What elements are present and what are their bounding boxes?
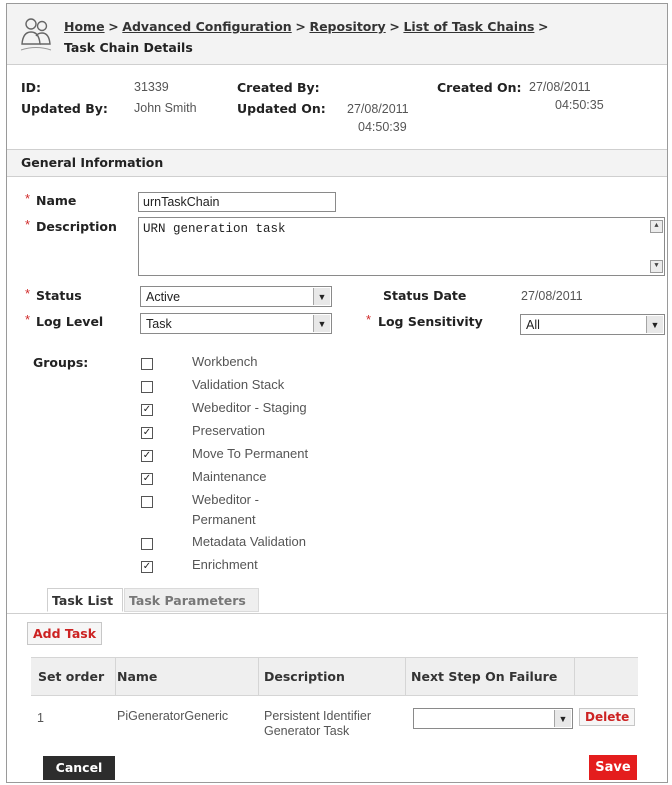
group-label: Preservation [192, 423, 265, 438]
required-marker: * [25, 312, 31, 327]
general-information-heading: General Information [7, 150, 667, 177]
required-marker: * [366, 312, 372, 327]
created-on-label: Created On: [437, 80, 522, 95]
log-level-selected: Task [146, 317, 172, 331]
group-checkbox[interactable] [141, 538, 153, 550]
users-icon [20, 18, 52, 51]
group-label: Maintenance [192, 469, 267, 484]
group-checkbox[interactable] [141, 496, 153, 508]
updated-on-time: 04:50:39 [358, 120, 407, 134]
status-date-value: 27/08/2011 [521, 289, 583, 303]
chevron-down-icon: ▼ [554, 710, 571, 727]
task-table-header: Set order Name Description Next Step On … [31, 657, 638, 696]
column-header-set-order: Set order [38, 669, 105, 684]
group-label: Metadata Validation [192, 534, 306, 549]
groups-label: Groups: [33, 355, 89, 370]
column-divider [258, 658, 259, 695]
description-label: Description [36, 219, 117, 234]
breadcrumb-home[interactable]: Home [64, 19, 105, 34]
row-description-line1: Persistent Identifier [264, 709, 371, 723]
name-label: Name [36, 193, 77, 208]
required-marker: * [25, 217, 31, 232]
breadcrumb-repository[interactable]: Repository [309, 19, 385, 34]
breadcrumb-separator: > [538, 19, 549, 34]
add-task-button[interactable]: Add Task [27, 622, 103, 645]
group-label: Workbench [192, 354, 258, 369]
save-button[interactable]: Save [589, 755, 637, 780]
breadcrumb-separator: > [108, 19, 119, 34]
group-checkbox[interactable]: ✓ [141, 561, 153, 573]
task-chain-details-panel: Home > Advanced Configuration > Reposito… [6, 3, 668, 783]
group-label: Validation Stack [192, 377, 285, 392]
log-level-select[interactable]: Task ▼ [140, 313, 332, 334]
chevron-down-icon: ▼ [646, 316, 663, 333]
column-divider [574, 658, 575, 695]
log-level-label: Log Level [36, 314, 104, 329]
breadcrumb-advanced-configuration[interactable]: Advanced Configuration [122, 19, 291, 34]
group-checkbox[interactable]: ✓ [141, 450, 153, 462]
chevron-down-icon: ▼ [313, 288, 330, 305]
delete-task-button[interactable]: Delete [579, 708, 636, 726]
updated-by-value: John Smith [134, 101, 197, 115]
updated-on-date: 27/08/2011 [347, 102, 409, 116]
next-step-select[interactable]: ▼ [413, 708, 573, 729]
record-metadata: ID: 31339 Created By: Created On: 27/08/… [7, 65, 667, 150]
status-selected: Active [146, 290, 181, 304]
required-marker: * [25, 286, 31, 301]
group-label: Enrichment [192, 557, 258, 572]
status-select[interactable]: Active ▼ [140, 286, 332, 307]
column-divider [405, 658, 406, 695]
group-checkbox[interactable] [141, 381, 153, 393]
created-on-date: 27/08/2011 [529, 80, 591, 94]
required-marker: * [25, 191, 31, 206]
group-label: Permanent [192, 512, 256, 527]
group-checkbox[interactable]: ✓ [141, 404, 153, 416]
row-name: PiGeneratorGeneric [117, 709, 229, 723]
breadcrumb: Home > Advanced Configuration > Reposito… [64, 16, 654, 58]
updated-by-label: Updated By: [21, 101, 108, 116]
updated-on-label: Updated On: [237, 101, 326, 116]
page-title: Task Chain Details [64, 40, 193, 55]
status-date-label: Status Date [383, 288, 467, 303]
log-sensitivity-select[interactable]: All ▼ [520, 314, 665, 335]
breadcrumb-separator: > [389, 19, 400, 34]
log-sensitivity-label: Log Sensitivity [378, 314, 483, 329]
group-label: Webeditor - [192, 492, 259, 507]
page-header: Home > Advanced Configuration > Reposito… [7, 4, 667, 65]
tab-bar: Task List Task Parameters [7, 587, 667, 614]
group-label: Move To Permanent [192, 446, 309, 461]
id-label: ID: [21, 80, 42, 95]
row-description-line2: Generator Task [264, 724, 350, 738]
section-title: General Information [21, 155, 164, 170]
scroll-up-icon[interactable]: ▲ [650, 220, 663, 233]
column-header-name: Name [117, 669, 158, 684]
log-sensitivity-selected: All [526, 318, 540, 332]
column-header-description: Description [264, 669, 345, 684]
cancel-button[interactable]: Cancel [43, 756, 115, 780]
tab-task-parameters[interactable]: Task Parameters [124, 588, 259, 612]
row-set-order: 1 [37, 711, 44, 725]
id-value: 31339 [134, 80, 169, 94]
column-divider [115, 658, 116, 695]
created-on-time: 04:50:35 [555, 98, 604, 112]
created-by-label: Created By: [237, 80, 320, 95]
breadcrumb-separator: > [295, 19, 306, 34]
tab-task-list[interactable]: Task List [47, 588, 123, 612]
status-label: Status [36, 288, 82, 303]
description-text: URN generation task [143, 222, 286, 236]
column-header-next-step: Next Step On Failure [411, 669, 558, 684]
breadcrumb-list-of-task-chains[interactable]: List of Task Chains [403, 19, 534, 34]
group-checkbox[interactable]: ✓ [141, 427, 153, 439]
name-input[interactable] [138, 192, 336, 212]
description-textarea[interactable]: URN generation task ▲ ▼ [138, 217, 665, 276]
group-checkbox[interactable] [141, 358, 153, 370]
group-label: Webeditor - Staging [192, 400, 307, 415]
group-checkbox[interactable]: ✓ [141, 473, 153, 485]
chevron-down-icon: ▼ [313, 315, 330, 332]
scroll-down-icon[interactable]: ▼ [650, 260, 663, 273]
